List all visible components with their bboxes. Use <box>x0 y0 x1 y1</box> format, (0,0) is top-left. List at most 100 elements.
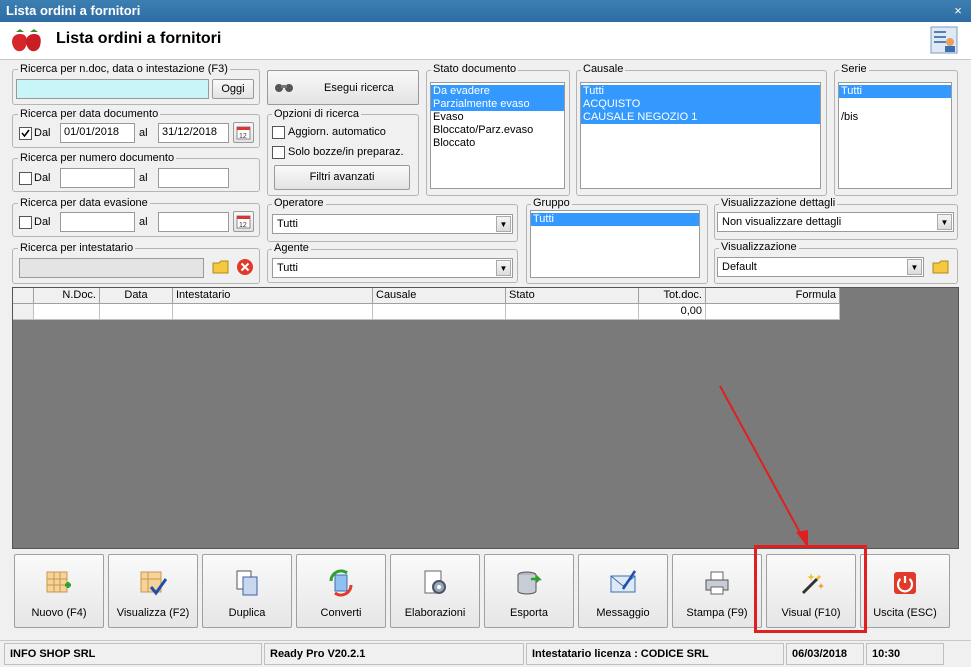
column-header[interactable]: Formula <box>706 288 840 304</box>
agente-value: Tutti <box>277 262 298 274</box>
chevron-down-icon[interactable]: ▼ <box>496 260 511 276</box>
duplicate-button[interactable]: Duplica <box>202 554 292 628</box>
users-settings-icon[interactable] <box>930 26 958 54</box>
list-item[interactable]: Tutti <box>839 85 951 98</box>
status-license: Intestatario licenza : CODICE SRL <box>526 643 784 665</box>
chevron-down-icon[interactable]: ▼ <box>496 216 511 232</box>
column-header[interactable]: N.Doc. <box>34 288 100 304</box>
serie-label: Serie <box>839 63 869 75</box>
row-indicator[interactable] <box>13 304 34 320</box>
table-cell[interactable] <box>373 304 506 320</box>
date-from-input[interactable]: 01/01/2018 <box>60 123 135 143</box>
visualizzazione-select[interactable]: Default ▼ <box>717 257 924 277</box>
stato-list[interactable]: Da evadere Parzialmente evaso Evaso Bloc… <box>430 82 565 189</box>
visualizzazione-label: Visualizzazione <box>719 241 799 253</box>
number-from-input[interactable] <box>60 168 135 188</box>
column-header[interactable]: Intestatario <box>173 288 373 304</box>
new-button-label: Nuovo (F4) <box>31 607 87 619</box>
today-button[interactable]: Oggi <box>212 79 254 99</box>
message-button-label: Messaggio <box>596 607 650 619</box>
evasion-from-input[interactable] <box>60 212 135 232</box>
table-cell[interactable] <box>706 304 840 320</box>
search-button[interactable]: Esegui ricerca <box>267 70 419 105</box>
calendar-button[interactable]: 12 <box>233 122 254 143</box>
list-item[interactable]: Da evadere <box>431 85 564 98</box>
column-header[interactable]: Causale <box>373 288 506 304</box>
evasion-to-input[interactable] <box>158 212 229 232</box>
export-button[interactable]: Esporta <box>484 554 574 628</box>
chevron-down-icon[interactable]: ▼ <box>937 214 952 230</box>
folder-icon[interactable] <box>212 258 230 276</box>
gruppo-list[interactable]: Tutti <box>530 210 700 278</box>
list-item[interactable]: Parzialmente evaso <box>431 98 564 111</box>
annotation-highlight <box>754 545 867 633</box>
elaborations-button[interactable]: Elaborazioni <box>390 554 480 628</box>
duplicate-button-label: Duplica <box>228 607 266 619</box>
number-enable-checkbox[interactable] <box>19 172 32 185</box>
causale-list[interactable]: Tutti ACQUISTO CAUSALE NEGOZIO 1 <box>580 82 821 189</box>
vis-dettagli-value: Non visualizzare dettagli <box>722 216 842 228</box>
holder-input[interactable] <box>19 258 204 278</box>
print-button[interactable]: Stampa (F9) <box>672 554 762 628</box>
operatore-value: Tutti <box>277 218 298 230</box>
table-cell[interactable] <box>506 304 639 320</box>
drafts-only-checkbox[interactable] <box>272 146 285 159</box>
list-item[interactable]: Bloccato/Parz.evaso <box>431 124 564 137</box>
list-item[interactable]: ACQUISTO <box>581 98 820 111</box>
column-header[interactable]: Stato <box>506 288 639 304</box>
convert-button[interactable]: Converti <box>296 554 386 628</box>
page-header: Lista ordini a fornitori <box>0 22 971 60</box>
convert-button-label: Converti <box>320 607 362 619</box>
new-button[interactable]: Nuovo (F4) <box>14 554 104 628</box>
date-enable-checkbox[interactable] <box>19 127 32 140</box>
list-item[interactable]: /bis <box>839 111 951 124</box>
evasion-calendar-button[interactable]: 12 <box>233 211 254 232</box>
column-header[interactable]: Data <box>100 288 173 304</box>
number-al-label: al <box>139 172 148 184</box>
number-to-input[interactable] <box>158 168 229 188</box>
list-item[interactable]: Tutti <box>581 85 820 98</box>
list-item[interactable]: CAUSALE NEGOZIO 1 <box>581 111 820 124</box>
view-button[interactable]: Visualizza (F2) <box>108 554 198 628</box>
causale-label: Causale <box>581 63 626 75</box>
evasion-enable-checkbox[interactable] <box>19 216 32 229</box>
printer-icon <box>705 571 729 595</box>
evasion-al-label: al <box>139 216 148 228</box>
folder-icon[interactable] <box>932 258 950 276</box>
table-cell[interactable] <box>34 304 100 320</box>
column-header[interactable]: Tot.doc. <box>639 288 706 304</box>
date-to-input[interactable]: 31/12/2018 <box>158 123 229 143</box>
list-item[interactable]: Tutti <box>531 213 699 226</box>
view-button-label: Visualizza (F2) <box>116 607 190 619</box>
message-button[interactable]: Messaggio <box>578 554 668 628</box>
close-icon[interactable]: × <box>949 3 967 19</box>
calendar-icon: 12 <box>236 215 251 229</box>
list-item[interactable] <box>839 98 951 111</box>
advanced-filters-button[interactable]: Filtri avanzati <box>274 165 410 190</box>
binoculars-icon <box>275 84 293 92</box>
envelope-icon <box>610 570 637 593</box>
total-cell[interactable]: 0,00 <box>639 304 706 320</box>
search-ndoc-input[interactable] <box>16 79 209 99</box>
auto-refresh-checkbox[interactable] <box>272 126 285 139</box>
gear-document-icon <box>424 570 446 594</box>
column-header[interactable] <box>13 288 34 304</box>
list-item[interactable]: Evaso <box>431 111 564 124</box>
annotation-arrow <box>719 385 808 548</box>
evasion-dal-label: Dal <box>34 216 51 228</box>
date-dal-label: Dal <box>34 127 51 139</box>
table-cell[interactable] <box>100 304 173 320</box>
window-titlebar: Lista ordini a fornitori <box>0 0 971 22</box>
table-cell[interactable] <box>173 304 373 320</box>
agente-select[interactable]: Tutti ▼ <box>272 258 513 278</box>
vis-dettagli-select[interactable]: Non visualizzare dettagli ▼ <box>717 212 954 232</box>
chevron-down-icon[interactable]: ▼ <box>907 259 922 275</box>
serie-list[interactable]: Tutti /bis <box>838 82 952 189</box>
exit-button[interactable]: Uscita (ESC) <box>860 554 950 628</box>
clear-icon[interactable] <box>236 258 254 276</box>
search-button-label: Esegui ricerca <box>324 82 394 94</box>
list-item[interactable]: Bloccato <box>431 137 564 150</box>
operatore-select[interactable]: Tutti ▼ <box>272 214 513 234</box>
status-company: INFO SHOP SRL <box>4 643 262 665</box>
view-grid-icon <box>140 571 167 596</box>
